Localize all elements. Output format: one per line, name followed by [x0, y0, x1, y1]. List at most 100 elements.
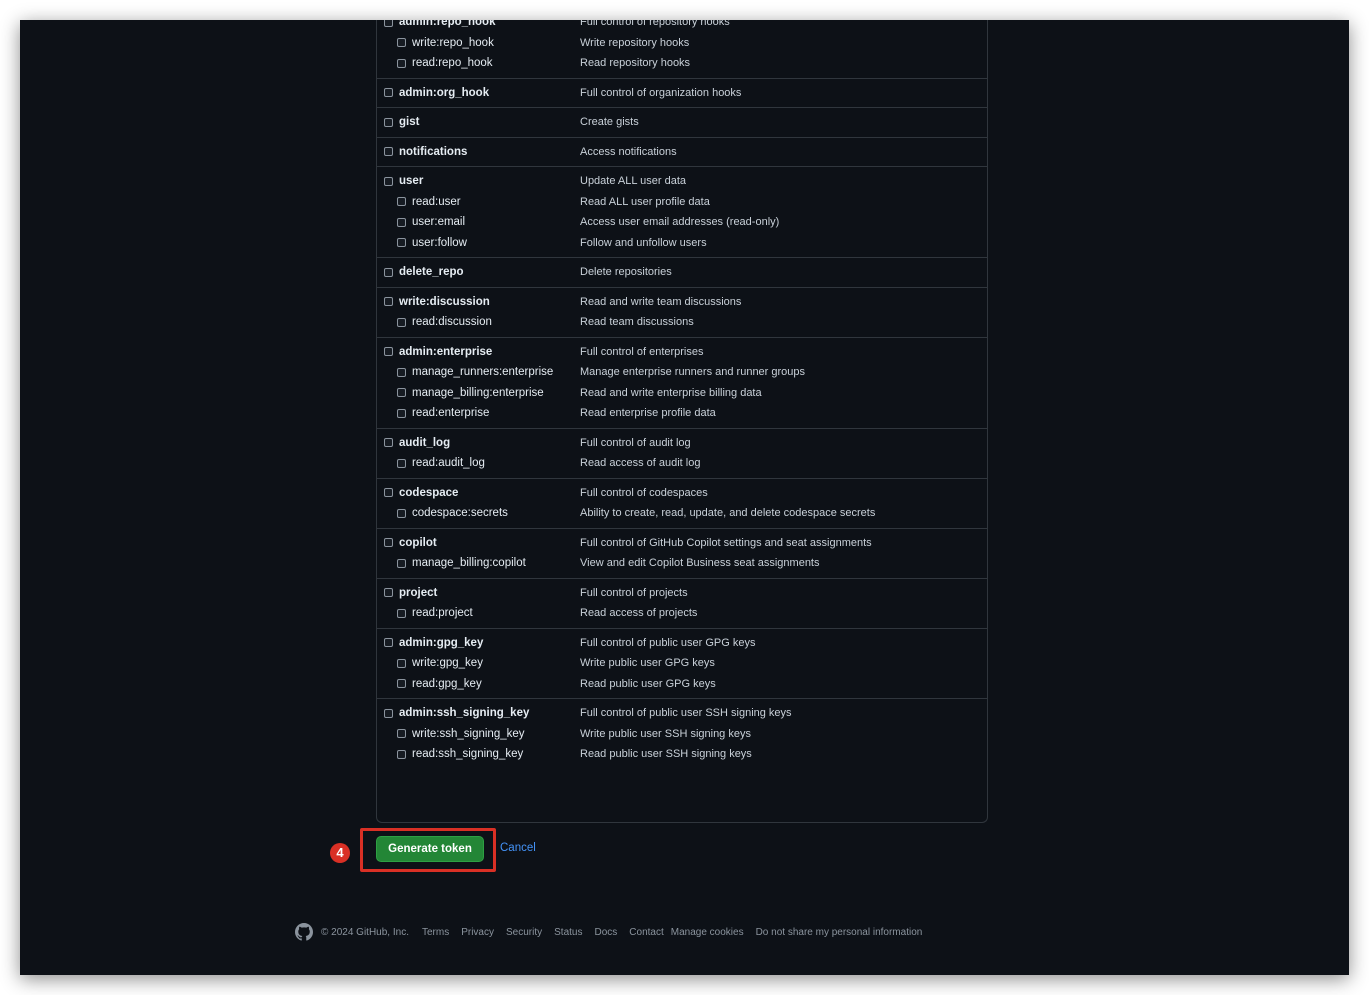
scope-checkbox[interactable] — [397, 388, 406, 398]
scope-checkbox[interactable] — [397, 408, 406, 418]
scope-checkbox[interactable] — [397, 58, 406, 68]
scope-row[interactable]: copilot Full control of GitHub Copilot se… — [377, 533, 987, 554]
scope-description: Read access of projects — [580, 607, 698, 620]
scope-checkbox[interactable] — [384, 267, 393, 277]
scope-checkbox[interactable] — [397, 38, 406, 48]
scope-row[interactable]: codespace Full control of codespaces — [377, 483, 987, 504]
scope-row[interactable]: delete_repo Delete repositories — [377, 262, 987, 283]
scope-name: admin:ssh_signing_key — [399, 707, 530, 720]
scope-name: read:gpg_key — [412, 677, 482, 690]
generate-token-button[interactable]: Generate token — [376, 836, 484, 862]
scope-group: user Update ALL user data read:user Read AL… — [377, 166, 987, 257]
scope-checkbox[interactable] — [384, 176, 393, 186]
sub-scope-row[interactable]: user:follow Follow and unfollow users — [377, 233, 987, 254]
scope-row[interactable]: project Full control of projects — [377, 583, 987, 604]
scope-description: Full control of public user GPG keys — [580, 636, 756, 649]
scope-description: Full control of codespaces — [580, 486, 708, 499]
github-mark-icon[interactable] — [295, 923, 313, 941]
footer-link-do-not-share[interactable]: Do not share my personal information — [756, 927, 923, 938]
scope-checkbox[interactable] — [397, 197, 406, 207]
scope-row[interactable]: admin:org_hook Full control of organizati… — [377, 83, 987, 104]
scope-description: Read ALL user profile data — [580, 195, 710, 208]
scope-name: delete_repo — [399, 266, 464, 279]
scope-checkbox[interactable] — [384, 488, 393, 498]
scope-checkbox[interactable] — [397, 558, 406, 568]
scope-name: manage_runners:enterprise — [412, 366, 554, 379]
sub-scope-row[interactable]: read:enterprise Read enterprise profile d… — [377, 403, 987, 424]
footer-link-security[interactable]: Security — [506, 927, 542, 938]
scope-checkbox[interactable] — [384, 538, 393, 548]
scope-checkbox[interactable] — [384, 708, 393, 718]
scope-checkbox[interactable] — [384, 438, 393, 448]
scope-checkbox[interactable] — [397, 317, 406, 327]
sub-scope-row[interactable]: read:gpg_key Read public user GPG keys — [377, 674, 987, 695]
scope-name: codespace — [399, 486, 459, 499]
scope-row[interactable]: admin:repo_hook Full control of repositor… — [377, 20, 987, 33]
scope-name: user — [399, 175, 424, 188]
scope-checkbox[interactable] — [397, 729, 406, 739]
scope-checkbox[interactable] — [384, 638, 393, 648]
sub-scope-row[interactable]: read:ssh_signing_key Read public user SSH… — [377, 744, 987, 765]
cancel-link[interactable]: Cancel — [500, 842, 536, 854]
sub-scope-row[interactable]: write:repo_hook Write repository hooks — [377, 33, 987, 54]
scope-checkbox[interactable] — [397, 658, 406, 668]
sub-scope-row[interactable]: manage_billing:copilot View and edit Copi… — [377, 553, 987, 574]
footer-link-privacy[interactable]: Privacy — [461, 927, 494, 938]
scope-name: read:enterprise — [412, 407, 490, 420]
scope-name: user:email — [412, 216, 466, 229]
scope-name: notifications — [399, 145, 468, 158]
sub-scope-row[interactable]: read:project Read access of projects — [377, 603, 987, 624]
scope-checkbox[interactable] — [397, 508, 406, 518]
scope-name: write:repo_hook — [412, 36, 494, 49]
sub-scope-row[interactable]: manage_billing:enterprise Read and write … — [377, 383, 987, 404]
scope-checkbox[interactable] — [384, 88, 393, 98]
scope-checkbox[interactable] — [397, 749, 406, 759]
sub-scope-row[interactable]: read:user Read ALL user profile data — [377, 192, 987, 213]
scope-description: Access notifications — [580, 145, 677, 158]
scope-checkbox[interactable] — [384, 588, 393, 598]
scope-checkbox[interactable] — [397, 217, 406, 227]
scope-group: gist Create gists — [377, 107, 987, 137]
sub-scope-row[interactable]: write:ssh_signing_key Write public user S… — [377, 724, 987, 745]
scope-description: Read team discussions — [580, 316, 694, 329]
scope-name: read:ssh_signing_key — [412, 748, 524, 761]
sub-scope-row[interactable]: read:discussion Read team discussions — [377, 312, 987, 333]
scope-row[interactable]: gist Create gists — [377, 112, 987, 133]
scope-row[interactable]: audit_log Full control of audit log — [377, 433, 987, 454]
page-footer: © 2024 GitHub, Inc. Terms Privacy Securi… — [295, 921, 934, 943]
sub-scope-row[interactable]: user:email Access user email addresses (r… — [377, 212, 987, 233]
sub-scope-row[interactable]: write:gpg_key Write public user GPG keys — [377, 653, 987, 674]
scope-row[interactable]: user Update ALL user data — [377, 171, 987, 192]
scope-checkbox[interactable] — [384, 20, 393, 27]
sub-scope-row[interactable]: read:audit_log Read access of audit log — [377, 453, 987, 474]
footer-link-manage-cookies[interactable]: Manage cookies — [671, 927, 744, 938]
footer-link-terms[interactable]: Terms — [422, 927, 449, 938]
browser-viewport: admin:repo_hook Full control of repositor… — [20, 20, 1349, 975]
sub-scope-row[interactable]: read:repo_hook Read repository hooks — [377, 53, 987, 74]
scope-description: Full control of audit log — [580, 436, 691, 449]
scope-checkbox[interactable] — [397, 238, 406, 248]
footer-link-docs[interactable]: Docs — [594, 927, 617, 938]
scope-checkbox[interactable] — [397, 458, 406, 468]
scope-row[interactable]: admin:enterprise Full control of enterpri… — [377, 342, 987, 363]
scope-checkbox[interactable] — [397, 608, 406, 618]
scope-checkbox[interactable] — [397, 679, 406, 689]
scope-checkbox[interactable] — [384, 347, 393, 357]
sub-scope-row[interactable]: manage_runners:enterprise Manage enterpri… — [377, 362, 987, 383]
scope-checkbox[interactable] — [384, 147, 393, 157]
scope-row[interactable]: admin:gpg_key Full control of public user… — [377, 633, 987, 654]
scope-checkbox[interactable] — [384, 117, 393, 127]
footer-link-contact[interactable]: Contact — [629, 927, 663, 938]
scope-name: admin:repo_hook — [399, 20, 496, 29]
scope-row[interactable]: notifications Access notifications — [377, 142, 987, 163]
scope-description: Full control of repository hooks — [580, 20, 730, 29]
scope-row[interactable]: admin:ssh_signing_key Full control of pub… — [377, 703, 987, 724]
sub-scope-row[interactable]: codespace:secrets Ability to create, read… — [377, 503, 987, 524]
footer-link-status[interactable]: Status — [554, 927, 582, 938]
step-number-badge: 4 — [330, 843, 350, 863]
scope-row[interactable]: write:discussion Read and write team disc… — [377, 292, 987, 313]
scope-checkbox[interactable] — [384, 297, 393, 307]
scope-description: Follow and unfollow users — [580, 236, 707, 249]
scope-checkbox[interactable] — [397, 367, 406, 377]
scope-description: Full control of projects — [580, 586, 688, 599]
